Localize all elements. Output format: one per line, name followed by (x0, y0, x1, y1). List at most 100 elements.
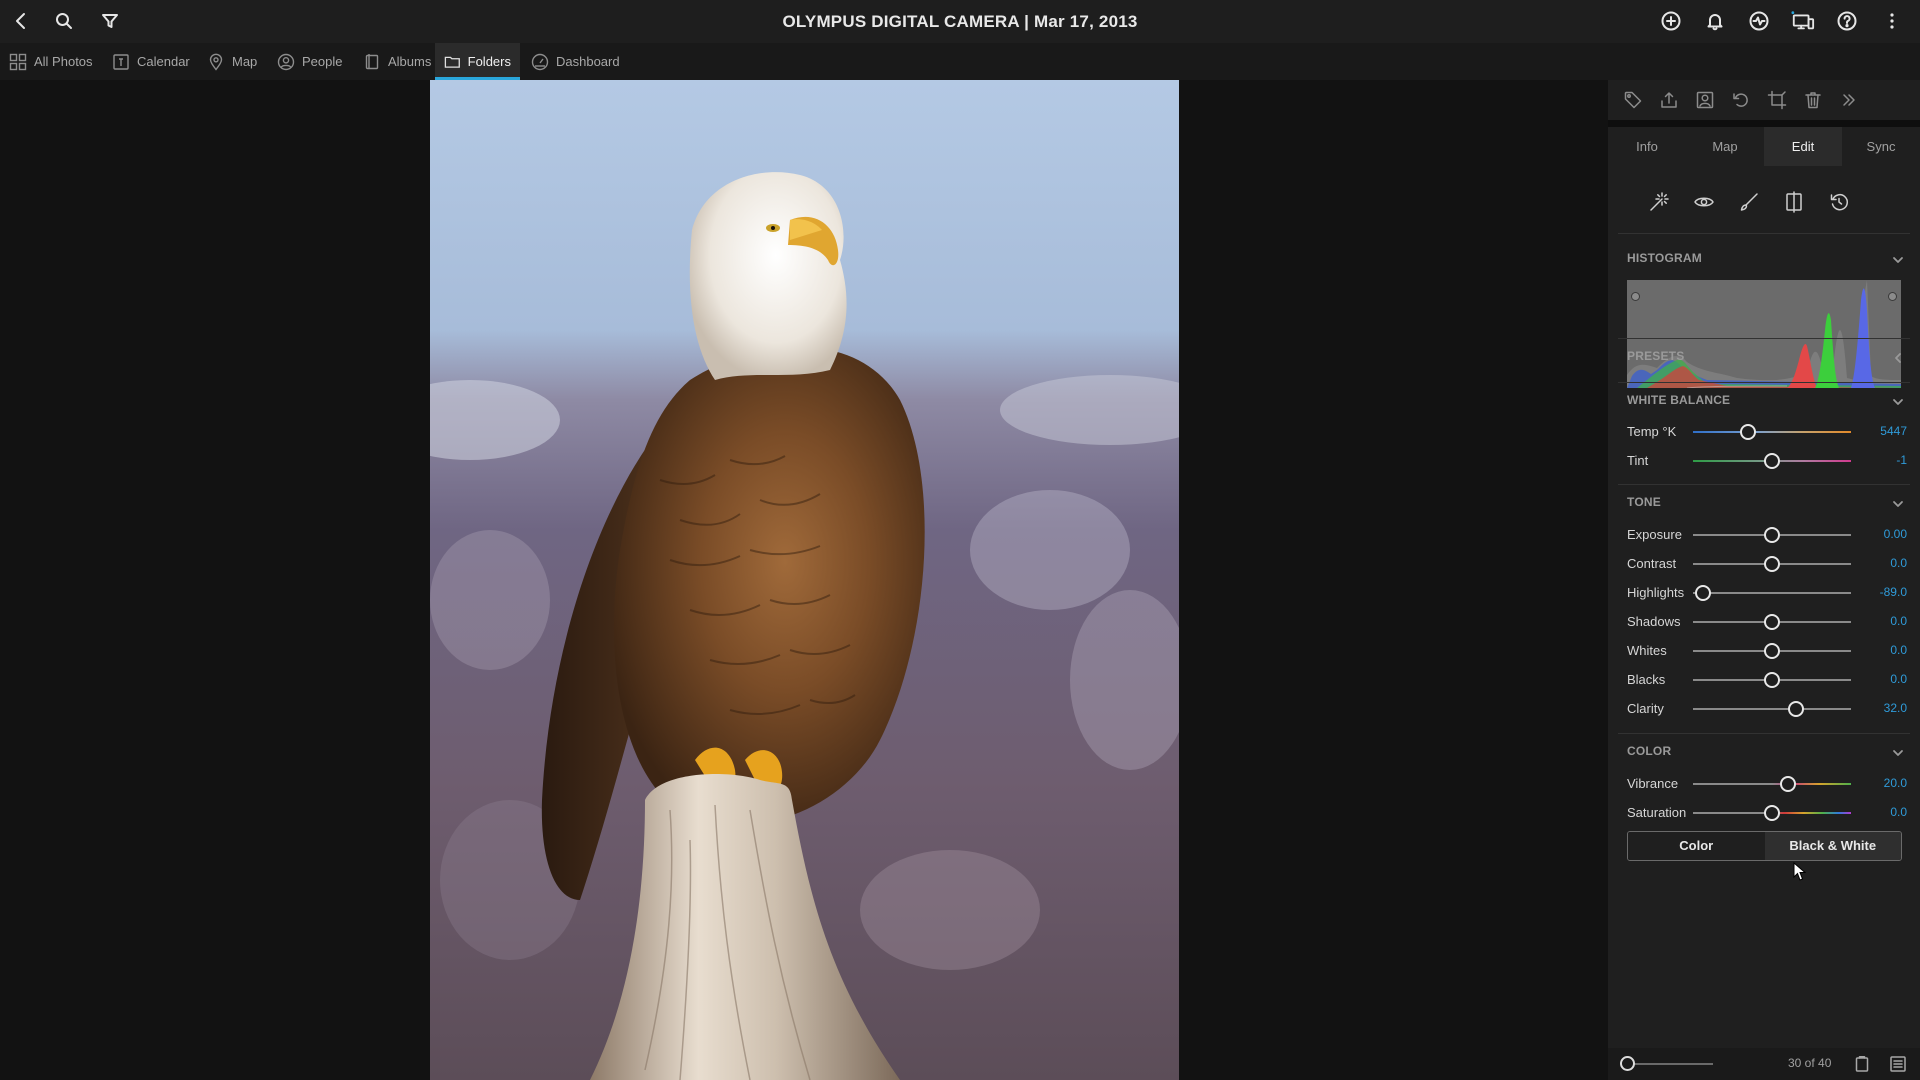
chevron-down-icon[interactable] (1891, 497, 1905, 511)
filter-icon[interactable] (98, 9, 122, 33)
chevron-down-icon[interactable] (1891, 253, 1905, 267)
tab-edit[interactable]: Edit (1764, 127, 1842, 166)
section-divider (1618, 338, 1910, 339)
section-title: PRESETS (1627, 349, 1685, 363)
display-icon[interactable] (1791, 9, 1815, 33)
slider-value[interactable]: 0.0 (1890, 672, 1907, 686)
chevron-down-icon[interactable] (1891, 395, 1905, 409)
highlights-slider[interactable] (1693, 585, 1851, 601)
people-tag-icon[interactable] (1694, 89, 1716, 111)
slider-value[interactable]: 32.0 (1884, 701, 1907, 715)
whites-slider[interactable] (1693, 643, 1851, 659)
highlight-clipping-toggle[interactable] (1888, 292, 1897, 301)
slider-knob[interactable] (1695, 585, 1712, 601)
slider-knob[interactable] (1764, 614, 1780, 630)
add-icon[interactable] (1659, 9, 1683, 33)
vibrance-slider[interactable] (1693, 776, 1851, 792)
back-icon[interactable] (9, 9, 33, 33)
activity-icon[interactable] (1747, 9, 1771, 33)
slider-knob[interactable] (1740, 424, 1757, 440)
blacks-slider[interactable] (1693, 672, 1851, 688)
saturation-slider[interactable] (1693, 805, 1851, 821)
panel-toolbar (1608, 80, 1920, 120)
nav-all-photos[interactable]: All Photos (0, 43, 102, 80)
slider-knob[interactable] (1764, 643, 1780, 659)
nav-albums[interactable]: Albums (354, 43, 440, 80)
slider-value[interactable]: 0.0 (1890, 643, 1907, 657)
slider-value[interactable]: 0.0 (1890, 614, 1907, 628)
presets-header[interactable]: PRESETS (1627, 349, 1905, 369)
eye-icon[interactable] (1692, 190, 1716, 214)
nav-people[interactable]: People (268, 43, 351, 80)
section-divider (1618, 733, 1910, 734)
slider-value[interactable]: 20.0 (1884, 776, 1907, 790)
share-icon[interactable] (1658, 89, 1680, 111)
top-bar: OLYMPUS DIGITAL CAMERA | Mar 17, 2013 (0, 0, 1920, 43)
crop-icon[interactable] (1766, 89, 1788, 111)
help-icon[interactable] (1835, 9, 1859, 33)
tone-header[interactable]: TONE (1627, 495, 1905, 515)
panel-footer: 30 of 40 (1608, 1048, 1920, 1080)
revert-icon[interactable] (1827, 190, 1851, 214)
bell-icon[interactable] (1703, 9, 1727, 33)
color-mode-button[interactable]: Color (1628, 832, 1765, 860)
slider-knob[interactable] (1764, 453, 1780, 469)
rotate-icon[interactable] (1730, 89, 1752, 111)
slider-value[interactable]: -89.0 (1880, 585, 1907, 599)
nav-label: All Photos (34, 54, 93, 69)
section-divider (1618, 233, 1910, 234)
slider-knob[interactable] (1764, 805, 1780, 821)
nav-calendar[interactable]: Calendar (103, 43, 199, 80)
nav-map[interactable]: Map (198, 43, 266, 80)
slider-knob[interactable] (1788, 701, 1805, 717)
section-title: WHITE BALANCE (1627, 393, 1731, 407)
magic-wand-icon[interactable] (1647, 190, 1671, 214)
slider-value[interactable]: 0.0 (1890, 556, 1907, 570)
search-icon[interactable] (52, 9, 76, 33)
bald-eagle-photo[interactable] (430, 80, 1179, 1080)
highlights-slider-row: Highlights -89.0 (1627, 583, 1907, 603)
slider-value[interactable]: 0.00 (1884, 527, 1907, 541)
temp-slider[interactable] (1693, 424, 1851, 440)
tab-map[interactable]: Map (1686, 127, 1764, 166)
color-header[interactable]: COLOR (1627, 744, 1905, 764)
nav-label: Folders (467, 54, 511, 69)
more-icon[interactable] (1880, 9, 1904, 33)
shadows-slider[interactable] (1693, 614, 1851, 630)
slider-knob[interactable] (1764, 672, 1780, 688)
slider-knob[interactable] (1764, 527, 1780, 543)
tint-slider-row: Tint -1 (1627, 451, 1907, 471)
clipboard-icon[interactable] (1852, 1054, 1872, 1074)
shadow-clipping-toggle[interactable] (1631, 292, 1640, 301)
slider-value[interactable]: -1 (1896, 453, 1907, 467)
tab-info[interactable]: Info (1608, 127, 1686, 166)
contrast-slider[interactable] (1693, 556, 1851, 572)
tab-sync[interactable]: Sync (1842, 127, 1920, 166)
slider-knob[interactable] (1779, 776, 1796, 792)
photo-canvas[interactable] (0, 80, 1608, 1080)
compare-icon[interactable] (1782, 190, 1806, 214)
chevron-left-icon[interactable] (1891, 351, 1905, 365)
slider-value[interactable]: 0.0 (1890, 805, 1907, 819)
blacks-slider-row: Blacks 0.0 (1627, 670, 1907, 690)
tag-icon[interactable] (1622, 89, 1644, 111)
exposure-slider[interactable] (1693, 527, 1851, 543)
zoom-slider-knob[interactable] (1620, 1056, 1635, 1071)
clarity-slider[interactable] (1693, 701, 1851, 717)
slider-knob[interactable] (1764, 556, 1780, 572)
list-icon[interactable] (1888, 1054, 1908, 1074)
brush-icon[interactable] (1737, 190, 1761, 214)
tint-slider[interactable] (1693, 453, 1851, 469)
nav-folders[interactable]: Folders (435, 43, 520, 80)
black-white-mode-button[interactable]: Black & White (1764, 832, 1901, 860)
white-balance-header[interactable]: WHITE BALANCE (1627, 393, 1905, 413)
zoom-slider[interactable] (1620, 1056, 1713, 1071)
nav-dashboard[interactable]: Dashboard (522, 43, 629, 80)
vibrance-slider-row: Vibrance 20.0 (1627, 774, 1907, 794)
trash-icon[interactable] (1802, 89, 1824, 111)
histogram-header[interactable]: HISTOGRAM (1627, 251, 1905, 271)
photo-counter: 30 of 40 (1788, 1056, 1832, 1070)
slider-value[interactable]: 5447 (1880, 424, 1907, 438)
expand-icon[interactable] (1838, 89, 1860, 111)
chevron-down-icon[interactable] (1891, 746, 1905, 760)
